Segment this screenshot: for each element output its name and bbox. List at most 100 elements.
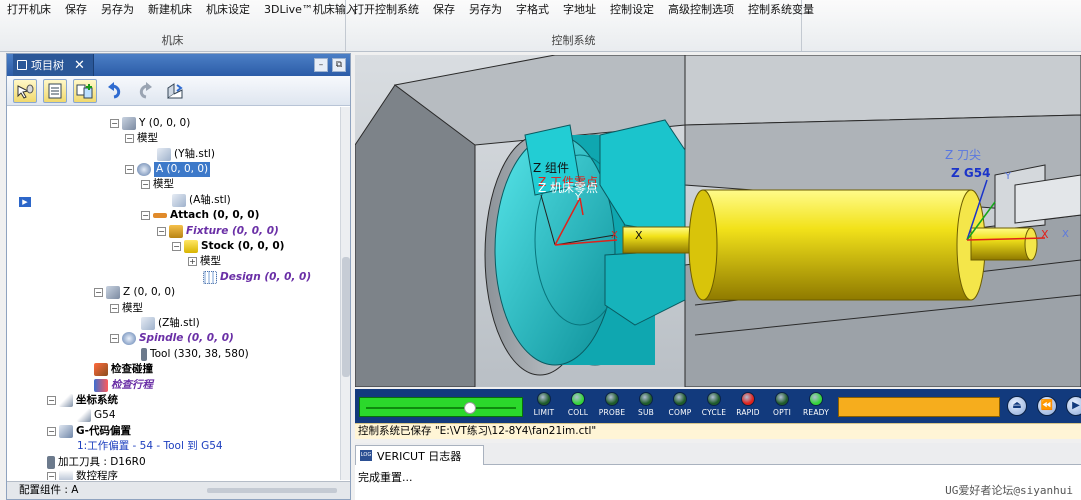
control-settings-button[interactable]: 控制设定 xyxy=(603,2,661,18)
label-y-axis-tool: Y xyxy=(1005,171,1012,182)
tree-node-travel-check[interactable]: 检查行程 xyxy=(94,378,153,393)
label-x-axis-tool-red: X xyxy=(1041,228,1049,241)
label-y-axis: Y xyxy=(575,192,582,203)
led-ready: READY xyxy=(800,392,832,417)
save-machine-button[interactable]: 保存 xyxy=(58,2,94,18)
tree-node-fixture[interactable]: − Fixture (0, 0, 0) xyxy=(157,224,279,239)
led-coll: COLL xyxy=(562,392,594,417)
advanced-control-options-button[interactable]: 高级控制选项 xyxy=(661,2,741,18)
collapse-icon[interactable]: − xyxy=(47,427,56,436)
logger-tab-label: VERICUT 日志器 xyxy=(377,449,462,463)
tree-node-y[interactable]: − Y (0, 0, 0) xyxy=(110,116,190,131)
save-as-control-button[interactable]: 另存为 xyxy=(462,2,509,18)
open-control-button[interactable]: 打开控制系统 xyxy=(346,2,426,18)
tree-node-stl[interactable]: (Z轴.stl) xyxy=(141,316,200,331)
tree-node-gcode-offset[interactable]: − G-代码偏置 xyxy=(47,424,131,439)
tree-node-model[interactable]: − 模型 xyxy=(125,131,158,146)
horizontal-scrollbar[interactable] xyxy=(207,488,337,493)
project-tree-title: 项目树 xyxy=(31,59,64,72)
collapse-icon[interactable]: − xyxy=(141,211,150,220)
machine-settings-button[interactable]: 机床设定 xyxy=(199,2,257,18)
rewind-icon[interactable]: ⏪ xyxy=(1037,396,1057,416)
tree-node-a[interactable]: − A (0, 0, 0) xyxy=(125,162,211,177)
ribbon-group-control: 打开控制系统 保存 另存为 字格式 字地址 控制设定 高级控制选项 控制系统变量… xyxy=(346,0,814,51)
minimize-icon[interactable]: – xyxy=(314,58,328,72)
machine-3d-view[interactable]: Z 组件 Z 工件零点 Z 机床零点 Y X X Z 刀尖 Z G54 Y X … xyxy=(355,55,1081,387)
nc-program-icon xyxy=(59,470,73,480)
redo-icon[interactable] xyxy=(133,79,157,103)
led-comp: COMP xyxy=(664,392,696,417)
tree-node-model[interactable]: − 模型 xyxy=(110,301,143,316)
ribbon: 打开机床 保存 另存为 新建机床 机床设定 3DLive™机床输入 机床 打开控… xyxy=(0,0,1081,52)
tree-node-stl[interactable]: (A轴.stl) xyxy=(172,193,231,208)
tree-node-tool[interactable]: Tool (330, 38, 580) xyxy=(141,347,249,362)
tree-node-spindle[interactable]: − Spindle (0, 0, 0) xyxy=(110,331,234,346)
undo-icon[interactable] xyxy=(103,79,127,103)
led-dot xyxy=(605,392,619,406)
selected-node-label: A (0, 0, 0) xyxy=(154,162,211,177)
tree-node-coordinate-system[interactable]: − 坐标系统 xyxy=(47,393,118,408)
stock-cylinder xyxy=(702,189,972,301)
scrollbar-thumb[interactable] xyxy=(342,257,350,377)
config-component-status: 配置组件 : A xyxy=(7,481,350,499)
animation-speed-slider[interactable] xyxy=(359,397,523,417)
word-format-button[interactable]: 字格式 xyxy=(509,2,556,18)
axis-component-icon xyxy=(122,117,136,130)
tree-node-attach[interactable]: − Attach (0, 0, 0) xyxy=(141,208,259,223)
expand-icon[interactable]: + xyxy=(188,257,197,266)
project-tree-tab[interactable]: 项目树 ✕ xyxy=(13,54,94,76)
collapse-icon[interactable]: − xyxy=(125,165,134,174)
close-icon[interactable]: ✕ xyxy=(74,58,85,73)
led-dot xyxy=(673,392,687,406)
collapse-icon[interactable]: − xyxy=(110,119,119,128)
collapse-icon[interactable]: − xyxy=(157,227,166,236)
vericut-window: 打开机床 保存 另存为 新建机床 机床设定 3DLive™机床输入 机床 打开控… xyxy=(0,0,1081,500)
vericut-logger-tab[interactable]: LOG VERICUT 日志器 xyxy=(355,445,485,465)
tree-node-collision-check[interactable]: 检查碰撞 xyxy=(94,362,153,377)
new-machine-button[interactable]: 新建机床 xyxy=(141,2,199,18)
tree-icon xyxy=(17,60,27,70)
details-icon[interactable] xyxy=(43,78,67,103)
eject-icon[interactable]: ⏏ xyxy=(1007,396,1027,416)
collision-check-icon xyxy=(94,363,108,376)
stock-icon xyxy=(184,240,198,253)
led-probe: PROBE xyxy=(596,392,628,417)
collapse-icon[interactable]: − xyxy=(110,304,119,313)
project-tree: − Y (0, 0, 0) − 模型 (Y轴.stl) − A (0, 0, 0… xyxy=(7,107,338,480)
led-dot xyxy=(707,392,721,406)
open-machine-button[interactable]: 打开机床 xyxy=(0,2,58,18)
fixture-icon xyxy=(169,225,183,238)
tree-node-stl[interactable]: (Y轴.stl) xyxy=(157,147,215,162)
collapse-icon[interactable]: − xyxy=(110,334,119,343)
collapse-icon[interactable]: − xyxy=(47,396,56,405)
collapse-icon[interactable]: − xyxy=(125,134,134,143)
tree-node-model[interactable]: + 模型 xyxy=(188,254,221,269)
collapse-icon[interactable]: − xyxy=(47,472,56,480)
tree-node-cutting-tool[interactable]: 加工刀具 : D16R0 xyxy=(47,455,146,470)
tree-node-nc-program[interactable]: − 数控程序 xyxy=(47,469,118,480)
control-saved-status: 控制系统已保存 "E:\VT练习\12-8Y4\fan21im.ctl" xyxy=(355,423,1081,439)
project-tree-panel: 项目树 ✕ – ⧉ ▶ − Y (0, 0, 0) − 模型 (Y轴.stl) … xyxy=(6,53,351,500)
collapse-icon[interactable]: − xyxy=(141,180,150,189)
tree-node-model[interactable]: − 模型 xyxy=(141,177,174,192)
step-icon[interactable]: ▶ xyxy=(1066,396,1081,416)
pointer-icon[interactable] xyxy=(13,78,37,103)
tree-node-stock[interactable]: − Stock (0, 0, 0) xyxy=(172,239,284,254)
tree-scrollbar[interactable] xyxy=(340,107,350,480)
slider-knob[interactable] xyxy=(464,402,476,414)
led-dot xyxy=(809,392,823,406)
assemble-icon[interactable] xyxy=(163,79,187,103)
word-address-button[interactable]: 字地址 xyxy=(556,2,603,18)
collapse-icon[interactable]: − xyxy=(172,242,181,251)
tree-node-z[interactable]: − Z (0, 0, 0) xyxy=(94,285,175,300)
float-icon[interactable]: ⧉ xyxy=(332,58,346,72)
tree-node-g54[interactable]: G54 xyxy=(77,408,116,423)
control-variables-button[interactable]: 控制系统变量 xyxy=(741,2,821,18)
save-control-button[interactable]: 保存 xyxy=(426,2,462,18)
save-as-machine-button[interactable]: 另存为 xyxy=(94,2,141,18)
label-z-tool-tip: Z 刀尖 xyxy=(945,148,982,162)
add-component-icon[interactable] xyxy=(73,78,97,103)
tree-node-design[interactable]: Design (0, 0, 0) xyxy=(203,270,311,285)
tree-node-work-offset[interactable]: 1:工作偏置 - 54 - Tool 到 G54 xyxy=(77,439,223,454)
collapse-icon[interactable]: − xyxy=(94,288,103,297)
